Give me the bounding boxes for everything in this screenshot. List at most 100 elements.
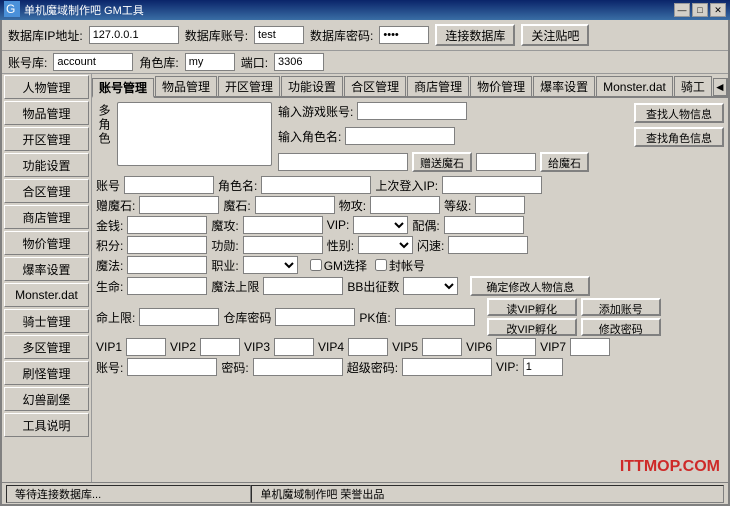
vip5-input[interactable]: [422, 338, 462, 356]
pk-label: PK值:: [359, 309, 390, 326]
seal-checkbox[interactable]: [375, 259, 387, 271]
last-login-label: 上次登入IP:: [375, 177, 438, 194]
gm-label: GM选择: [324, 257, 367, 274]
vip6-label: VIP6: [466, 340, 492, 354]
confirm-edit-button[interactable]: 确定修改人物信息: [470, 276, 590, 296]
status-bar: 等待连接数据库... 单机魔域制作吧 荣誉出品: [2, 482, 728, 504]
vip2-input[interactable]: [200, 338, 240, 356]
sidebar-item-droprate[interactable]: 爆率设置: [4, 257, 89, 281]
last-login-input[interactable]: [442, 176, 542, 194]
bottom-account-input[interactable]: [127, 358, 217, 376]
magic-input[interactable]: [255, 196, 335, 214]
tab-extra[interactable]: 骑工: [674, 76, 712, 96]
tab-next-button[interactable]: ►: [727, 78, 728, 96]
vip3-label: VIP3: [244, 340, 270, 354]
level-input[interactable]: [475, 196, 525, 214]
role-name2-input[interactable]: [261, 176, 371, 194]
give-magic-stone-button[interactable]: 给魔石: [540, 152, 589, 172]
tab-openzone[interactable]: 开区管理: [218, 76, 280, 96]
vip-select[interactable]: [353, 216, 408, 234]
bottom-password-input[interactable]: [253, 358, 343, 376]
db-ip-input[interactable]: [89, 26, 179, 44]
connect-db-button[interactable]: 连接数据库: [435, 24, 515, 46]
sidebar-item-character[interactable]: 人物管理: [4, 75, 89, 99]
multi-char-listbox[interactable]: [117, 102, 272, 166]
sidebar-item-items[interactable]: 物品管理: [4, 101, 89, 125]
job-select[interactable]: [243, 256, 298, 274]
life-limit-input[interactable]: [139, 308, 219, 326]
mag-atk-input[interactable]: [243, 216, 323, 234]
give-magic-stone-input[interactable]: [476, 153, 536, 171]
db-password-label: 数据库密码:: [310, 27, 373, 44]
phys-atk-input[interactable]: [370, 196, 440, 214]
read-vip-button[interactable]: 读VIP孵化: [487, 298, 577, 316]
gm-checkbox[interactable]: [310, 259, 322, 271]
db-account-input[interactable]: [254, 26, 304, 44]
marriage-input[interactable]: [444, 216, 524, 234]
account-value-input[interactable]: [124, 176, 214, 194]
pk-input[interactable]: [395, 308, 475, 326]
tab-account[interactable]: 账号管理: [92, 78, 154, 98]
role-name-label: 输入角色名:: [278, 128, 341, 145]
gift-magic-stone-input[interactable]: [278, 153, 408, 171]
tab-droprate[interactable]: 爆率设置: [533, 76, 595, 96]
vip7-input[interactable]: [570, 338, 610, 356]
change-vip-button[interactable]: 改VIP孵化: [487, 318, 577, 336]
game-account-label: 输入游戏账号:: [278, 103, 353, 120]
add-account-button[interactable]: 添加账号: [581, 298, 661, 316]
bb-select[interactable]: [403, 277, 458, 295]
points-input[interactable]: [127, 236, 207, 254]
change-password-button[interactable]: 修改密码: [581, 318, 661, 336]
role-db-input[interactable]: [185, 53, 235, 71]
vip1-label: VIP1: [96, 340, 122, 354]
find-account-button[interactable]: 查找人物信息: [634, 103, 724, 123]
gender-select[interactable]: [358, 236, 413, 254]
game-account-input[interactable]: [357, 102, 467, 120]
tab-items[interactable]: 物品管理: [155, 76, 217, 96]
db-password-input[interactable]: [379, 26, 429, 44]
gift-magic-stone-button[interactable]: 赠送魔石: [412, 152, 472, 172]
sidebar-item-shop[interactable]: 商店管理: [4, 205, 89, 229]
sidebar-item-settings[interactable]: 功能设置: [4, 153, 89, 177]
vip4-input[interactable]: [348, 338, 388, 356]
merit-input[interactable]: [243, 236, 323, 254]
sidebar-item-openzone[interactable]: 开区管理: [4, 127, 89, 151]
close-tieba-button[interactable]: 关注贴吧: [521, 24, 589, 46]
find-role-button[interactable]: 查找角色信息: [634, 127, 724, 147]
gift-stone-input[interactable]: [139, 196, 219, 214]
tab-settings[interactable]: 功能设置: [281, 76, 343, 96]
tab-prev-button[interactable]: ◄: [713, 78, 727, 96]
sidebar-item-mergezone[interactable]: 合区管理: [4, 179, 89, 203]
vip3-input[interactable]: [274, 338, 314, 356]
role-name-input[interactable]: [345, 127, 455, 145]
tab-price[interactable]: 物价管理: [470, 76, 532, 96]
magic-max-input[interactable]: [263, 277, 343, 295]
money-input[interactable]: [127, 216, 207, 234]
sidebar-item-multizone[interactable]: 多区管理: [4, 335, 89, 359]
db-name-input[interactable]: [53, 53, 133, 71]
window-controls: — □ ✕: [674, 3, 726, 17]
tab-shop[interactable]: 商店管理: [407, 76, 469, 96]
sidebar-item-petcastle[interactable]: 幻兽副堡: [4, 387, 89, 411]
minimize-button[interactable]: —: [674, 3, 690, 17]
vip1-input[interactable]: [126, 338, 166, 356]
port-input[interactable]: [274, 53, 324, 71]
sidebar-item-knight[interactable]: 骑士管理: [4, 309, 89, 333]
role-name2-label: 角色名:: [218, 177, 257, 194]
multi-char-label: 多角色: [96, 102, 113, 146]
warehouse-pwd-input[interactable]: [275, 308, 355, 326]
life-input[interactable]: [127, 277, 207, 295]
sidebar-item-spawnmgr[interactable]: 刷怪管理: [4, 361, 89, 385]
maximize-button[interactable]: □: [692, 3, 708, 17]
flash-input[interactable]: [448, 236, 528, 254]
bottom-vip-input[interactable]: [523, 358, 563, 376]
tab-mergezone[interactable]: 合区管理: [344, 76, 406, 96]
sidebar-item-tools[interactable]: 工具说明: [4, 413, 89, 437]
close-button[interactable]: ✕: [710, 3, 726, 17]
bottom-super-pwd-input[interactable]: [402, 358, 492, 376]
sidebar-item-monsterdat[interactable]: Monster.dat: [4, 283, 89, 307]
magic-method-input[interactable]: [127, 256, 207, 274]
vip6-input[interactable]: [496, 338, 536, 356]
sidebar-item-price[interactable]: 物价管理: [4, 231, 89, 255]
tab-monsterdat[interactable]: Monster.dat: [596, 76, 673, 96]
